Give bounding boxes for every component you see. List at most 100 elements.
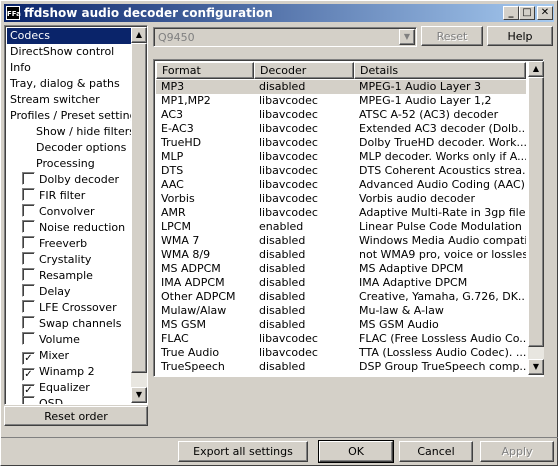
- window-title: ffdshow audio decoder configuration: [24, 6, 273, 20]
- scroll-down-icon[interactable]: ▼: [131, 387, 147, 403]
- tree-item[interactable]: Freeverb: [19, 236, 90, 252]
- checkbox[interactable]: [22, 284, 35, 297]
- title-bar[interactable]: FFa ffdshow audio decoder configuration …: [4, 4, 554, 22]
- cell-format: Vorbis: [161, 192, 195, 205]
- list-scrollbar[interactable]: ▲ ▼: [528, 61, 544, 375]
- checkbox[interactable]: [22, 316, 35, 329]
- settings-tree[interactable]: Codecs DirectShow control Info Tray, dialog…: [4, 25, 148, 405]
- minimize-button[interactable]: _: [503, 6, 519, 20]
- tree-item[interactable]: Volume: [19, 332, 83, 348]
- table-row[interactable]: Other ADPCM disabled Creative, Yamaha, G.7…: [156, 290, 526, 304]
- chevron-down-icon[interactable]: ▼: [399, 29, 415, 45]
- checkbox[interactable]: [22, 204, 35, 217]
- scroll-up-icon[interactable]: ▲: [131, 27, 147, 43]
- tree-item[interactable]: Noise reduction: [19, 220, 128, 236]
- checkbox[interactable]: [22, 396, 35, 404]
- list-scroll-thumb[interactable]: [528, 77, 544, 347]
- tree-item[interactable]: OSD: [19, 396, 66, 405]
- checkbox[interactable]: [22, 172, 35, 185]
- close-button[interactable]: ✕: [537, 6, 553, 20]
- tree-item[interactable]: Crystality: [19, 252, 94, 268]
- checkbox[interactable]: [22, 188, 35, 201]
- column-header-details[interactable]: Details: [354, 62, 526, 79]
- maximize-button[interactable]: □: [519, 6, 535, 20]
- tree-item[interactable]: Swap channels: [19, 316, 124, 332]
- tree-item[interactable]: ✓ Winamp 2: [19, 364, 98, 381]
- tree-item[interactable]: Dolby decoder: [19, 172, 122, 188]
- tree-scrollbar[interactable]: ▲ ▼: [131, 27, 147, 403]
- cell-details: ATSC A-52 (AC3) decoder: [359, 108, 499, 121]
- cell-format: TrueSpeech: [161, 360, 225, 373]
- list-header: Format Decoder Details: [156, 62, 526, 79]
- column-header-decoder[interactable]: Decoder: [254, 62, 354, 79]
- tree-item-label: FIR filter: [39, 189, 86, 202]
- tree-item[interactable]: Decoder options: [33, 140, 129, 156]
- table-row[interactable]: IMA ADPCM disabled IMA Adaptive DPCM: [156, 276, 526, 290]
- table-row[interactable]: DTS libavcodec DTS Coherent Acoustics stre…: [156, 164, 526, 178]
- preset-combo[interactable]: Q9450 ▼: [153, 27, 417, 47]
- tree-item-label: DirectShow control: [10, 45, 115, 58]
- table-row[interactable]: MS GSM disabled MS GSM Audio: [156, 318, 526, 332]
- tree-item[interactable]: Codecs: [7, 28, 133, 44]
- tree-item[interactable]: LFE Crossover: [19, 300, 120, 316]
- tree-item-label: Decoder options: [36, 141, 127, 154]
- table-row[interactable]: Vorbis libavcodec Vorbis audio decoder: [156, 192, 526, 206]
- table-row[interactable]: Mulaw/Alaw disabled Mu-law & A-law: [156, 304, 526, 318]
- reset-order-button[interactable]: Reset order: [4, 406, 148, 426]
- checkbox[interactable]: [22, 236, 35, 249]
- tree-item[interactable]: Convolver: [19, 204, 97, 220]
- table-row[interactable]: WMA 8/9 disabled not WMA9 pro, voice or lo…: [156, 248, 526, 262]
- table-row[interactable]: E-AC3 libavcodec Extended AC3 decoder (Dol…: [156, 122, 526, 136]
- tree-item[interactable]: Processing: [33, 156, 98, 172]
- tree-item-label: Convolver: [39, 205, 95, 218]
- cell-details: DTS Coherent Acoustics strea...: [359, 164, 526, 177]
- cancel-button[interactable]: Cancel: [399, 441, 473, 462]
- tree-item[interactable]: Profiles / Preset settings: [7, 108, 145, 124]
- cell-decoder: disabled: [259, 360, 306, 373]
- table-row[interactable]: AAC libavcodec Advanced Audio Coding (AAC): [156, 178, 526, 192]
- checkbox[interactable]: [22, 332, 35, 345]
- table-row[interactable]: LPCM enabled Linear Pulse Code Modulation: [156, 220, 526, 234]
- table-row[interactable]: AC3 libavcodec ATSC A-52 (AC3) decoder: [156, 108, 526, 122]
- table-row[interactable]: WMA 7 disabled Windows Media Audio compati…: [156, 234, 526, 248]
- tree-item[interactable]: Show / hide filters: [33, 124, 138, 140]
- tree-item[interactable]: Info: [7, 60, 34, 76]
- table-row[interactable]: MP1,MP2 libavcodec MPEG-1 Audio Layer 1,2: [156, 94, 526, 108]
- checkbox[interactable]: [22, 268, 35, 281]
- tree-item-label: OSD: [39, 397, 64, 405]
- table-row[interactable]: True Audio libavcodec TTA (Lossless Audio …: [156, 346, 526, 360]
- tree-item[interactable]: ✓ Mixer: [19, 348, 72, 365]
- tree-item-label: Resample: [39, 269, 93, 282]
- table-row[interactable]: FLAC libavcodec FLAC (Free Lossless Audio …: [156, 332, 526, 346]
- cell-decoder: disabled: [259, 318, 306, 331]
- tree-item[interactable]: DirectShow control: [7, 44, 117, 60]
- cell-details: DSP Group TrueSpeech comp...: [359, 360, 526, 373]
- tree-item[interactable]: Stream switcher: [7, 92, 103, 108]
- ok-button[interactable]: OK: [318, 440, 394, 463]
- scroll-up-icon[interactable]: ▲: [528, 61, 544, 77]
- checkbox[interactable]: [22, 220, 35, 233]
- tree-item[interactable]: Tray, dialog & paths: [7, 76, 123, 92]
- scroll-down-icon[interactable]: ▼: [528, 359, 544, 375]
- table-row[interactable]: MLP libavcodec MLP decoder. Works only if …: [156, 150, 526, 164]
- table-row[interactable]: AMR libavcodec Adaptive Multi-Rate in 3gp …: [156, 206, 526, 220]
- help-button[interactable]: Help: [487, 26, 553, 46]
- tree-item[interactable]: FIR filter: [19, 188, 88, 204]
- table-row[interactable]: TrueSpeech disabled DSP Group TrueSpeech c…: [156, 360, 526, 374]
- codec-list[interactable]: Format Decoder Details MP3 disabled MPEG-1…: [153, 59, 544, 377]
- export-settings-button[interactable]: Export all settings: [178, 441, 308, 462]
- column-header-format[interactable]: Format: [156, 62, 254, 79]
- table-row[interactable]: MP3 disabled MPEG-1 Audio Layer 3: [156, 80, 526, 94]
- table-row[interactable]: MS ADPCM disabled MS Adaptive DPCM: [156, 262, 526, 276]
- table-row[interactable]: TrueHD libavcodec Dolby TrueHD decoder. Wo…: [156, 136, 526, 150]
- reset-button[interactable]: Reset: [421, 26, 483, 46]
- tree-item[interactable]: Resample: [19, 268, 96, 284]
- apply-button[interactable]: Apply: [480, 441, 554, 462]
- cell-decoder: disabled: [259, 304, 306, 317]
- tree-scroll-thumb[interactable]: [131, 43, 147, 373]
- tree-item[interactable]: ✓ Equalizer: [19, 380, 93, 397]
- tree-item[interactable]: Delay: [19, 284, 74, 300]
- checkbox[interactable]: [22, 300, 35, 313]
- checkbox[interactable]: [22, 252, 35, 265]
- cell-format: AAC: [161, 178, 184, 191]
